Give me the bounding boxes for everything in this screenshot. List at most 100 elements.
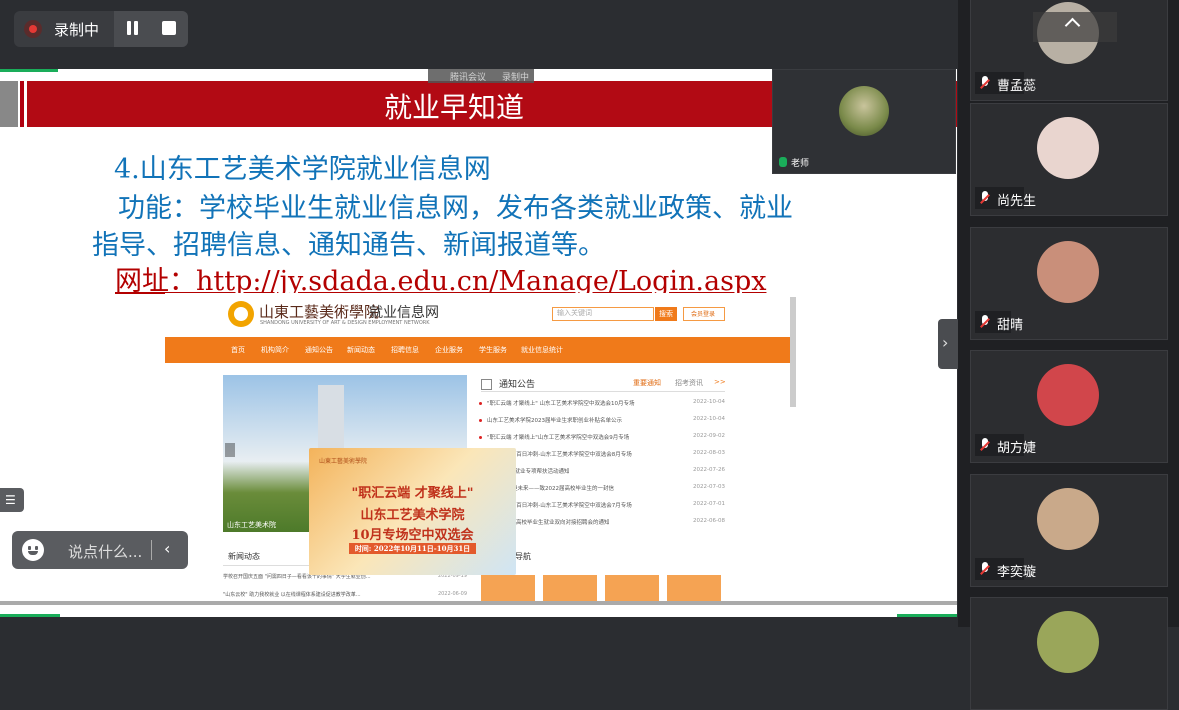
site-nav-item: 企业服务 (435, 346, 463, 354)
emoji-icon[interactable] (22, 539, 44, 561)
notice-tab: 重要通知 (633, 379, 661, 387)
stop-icon[interactable] (162, 21, 176, 35)
notice-item-date: 2022-10-04 (693, 416, 725, 422)
meeting-tag-right: 录制中 (502, 73, 530, 83)
notice-item-date: 2022-07-26 (693, 467, 725, 473)
participant-name: 胡方婕 (997, 441, 1037, 456)
participant-name: 李奕璇 (997, 565, 1037, 580)
list-icon: ☰ (5, 493, 16, 507)
recording-bar: 录制中 (14, 11, 188, 47)
participant-tile[interactable]: 甜晴 (970, 227, 1168, 340)
participant-name: 尚先生 (997, 194, 1037, 209)
promo-banner: 山東工藝美術學院 "职汇云端 才聚线上" 山东工艺美术学院 10月专场空中双选会… (309, 448, 516, 575)
chat-list-button[interactable]: ☰ (0, 488, 24, 512)
record-dot-icon (24, 20, 42, 38)
chevron-up-icon (1063, 14, 1079, 30)
site-nav-section-title: 导航 (515, 552, 531, 561)
site-nav-item: 新闻动态 (347, 346, 375, 354)
participant-tile[interactable]: 李奕璇 (970, 474, 1168, 587)
notice-item-date: 2022-08-03 (693, 450, 725, 456)
site-search-button: 搜索 (655, 307, 677, 321)
site-search-placeholder: 输入关键词 (557, 309, 592, 317)
promo-slogan: "职汇云端 才聚线上" (351, 486, 474, 501)
promo-date-text: 时间: 2022年10月11日-10月31日 (348, 543, 477, 554)
news-title: 新闻动态 (228, 552, 260, 561)
promo-event: 10月专场空中双选会 (351, 528, 474, 543)
meeting-tag-left: 腾讯会议 (450, 73, 487, 83)
site-nav-item: 通知公告 (305, 346, 333, 354)
participant-tile[interactable] (970, 597, 1168, 710)
notice-item: "职汇云端 才聚线上"山东工艺美术学院空中双选会9月专场 2022-09-02 (479, 433, 725, 443)
mic-muted-icon (978, 562, 992, 576)
bullet-icon (479, 436, 482, 439)
pause-icon[interactable] (124, 20, 142, 38)
notice-title: 通知公告 (499, 380, 536, 390)
participant-name-tag: 胡方婕 (975, 434, 1036, 456)
news-item-title: "山东云校" 助力我校就业 以在线课程体系建设促进教学改革... (223, 592, 361, 598)
speaker-video-tile[interactable]: 老师 (772, 69, 956, 174)
site-nav-item: 学生服务 (479, 346, 507, 354)
collapse-chat-icon[interactable]: ‹ (164, 539, 170, 558)
slide-title: 就业早知道 (384, 91, 525, 124)
notice-item: "职汇云端 才聚线上" 山东工艺美术学院空中双选会10月专场 2022-10-04 (479, 399, 725, 409)
notice-item-date: 2022-07-01 (693, 501, 725, 507)
site-nav-item: 就业信息统计 (521, 346, 563, 354)
site-nav-item: 首页 (231, 346, 245, 354)
site-title: 就业信息网 (369, 305, 439, 321)
recording-label: 录制中 (54, 21, 100, 39)
panel-toggle-button[interactable]: › (938, 319, 958, 369)
participant-name-tag: 李奕璇 (975, 558, 1036, 580)
participant-tile[interactable]: 胡方婕 (970, 350, 1168, 463)
avatar (1037, 364, 1099, 426)
participant-name-tag: 甜晴 (975, 311, 1023, 333)
slide-bottom-strip (0, 601, 957, 605)
site-nav-item: 机构简介 (261, 346, 289, 354)
site-english-name: SHANDONG UNIVERSITY OF ART & DESIGN EMPL… (260, 320, 430, 326)
notice-icon (481, 379, 492, 390)
site-search-input: 输入关键词 (552, 307, 654, 321)
mic-muted-icon (978, 438, 992, 452)
chat-input[interactable]: 说点什么... ‹ (12, 531, 188, 569)
avatar (1037, 241, 1099, 303)
recording-controls (114, 11, 188, 47)
meeting-watermark: 腾讯会议 录制中 (428, 69, 534, 83)
chevron-right-icon: › (942, 333, 949, 352)
news-item: "山东云校" 助力我校就业 以在线课程体系建设促进教学改革... 2022-06-… (223, 591, 467, 598)
notice-item-date: 2022-09-02 (693, 433, 725, 439)
notice-item-date: 2022-07-03 (693, 484, 725, 490)
mic-muted-icon (978, 315, 992, 329)
notice-item-title: 山东工艺美术学院2023届毕业生求职创业补贴名单公示 (487, 418, 622, 424)
banner-decor (0, 81, 18, 127)
notice-item-date: 2022-06-08 (693, 518, 725, 524)
slide-function-text: 功能：学校毕业生就业信息网，发布各类就业政策、就业 (118, 193, 793, 224)
photo-caption: 山东工艺美术院 (227, 521, 276, 529)
participant-name: 甜晴 (997, 318, 1024, 333)
share-border-marker (0, 69, 58, 72)
site-login-label: 会员登录 (691, 311, 716, 318)
site-nav-item: 招聘信息 (391, 346, 419, 354)
notice-item-date: 2022-10-04 (693, 399, 725, 405)
promo-school: 山东工艺美术学院 (360, 508, 465, 523)
site-school-name: 山東工藝美術學院 (259, 303, 380, 321)
notice-divider (481, 391, 725, 392)
bullet-icon (479, 419, 482, 422)
chat-placeholder: 说点什么... (68, 543, 143, 561)
participant-tile[interactable]: 尚先生 (970, 103, 1168, 216)
avatar (1037, 611, 1099, 673)
bullet-icon (479, 402, 482, 405)
notice-item: 山东工艺美术学院2023届毕业生求职创业补贴名单公示 2022-10-04 (479, 416, 725, 426)
slide-heading: 4.山东工艺美术学院就业信息网 (114, 154, 491, 185)
mic-muted-icon (978, 191, 992, 205)
participant-name-tag: 尚先生 (975, 187, 1036, 209)
notice-item-title: "职汇云端 才聚线上" 山东工艺美术学院空中双选会10月专场 (487, 401, 635, 407)
school-logo-icon (228, 301, 254, 327)
slide-function-text-cont: 指导、招聘信息、通知通告、新闻报道等。 (92, 230, 605, 261)
photo-prev-arrow-icon (225, 443, 235, 457)
notice-tab: 招考资讯 (675, 379, 703, 387)
promo-logo: 山東工藝美術學院 (319, 458, 368, 465)
site-login-button: 会员登录 (683, 307, 725, 321)
avatar (839, 86, 889, 136)
avatar (1037, 488, 1099, 550)
notice-item-title: "职汇云端 才聚线上"山东工艺美术学院空中双选会9月专场 (487, 435, 630, 441)
share-border-marker (0, 614, 60, 617)
